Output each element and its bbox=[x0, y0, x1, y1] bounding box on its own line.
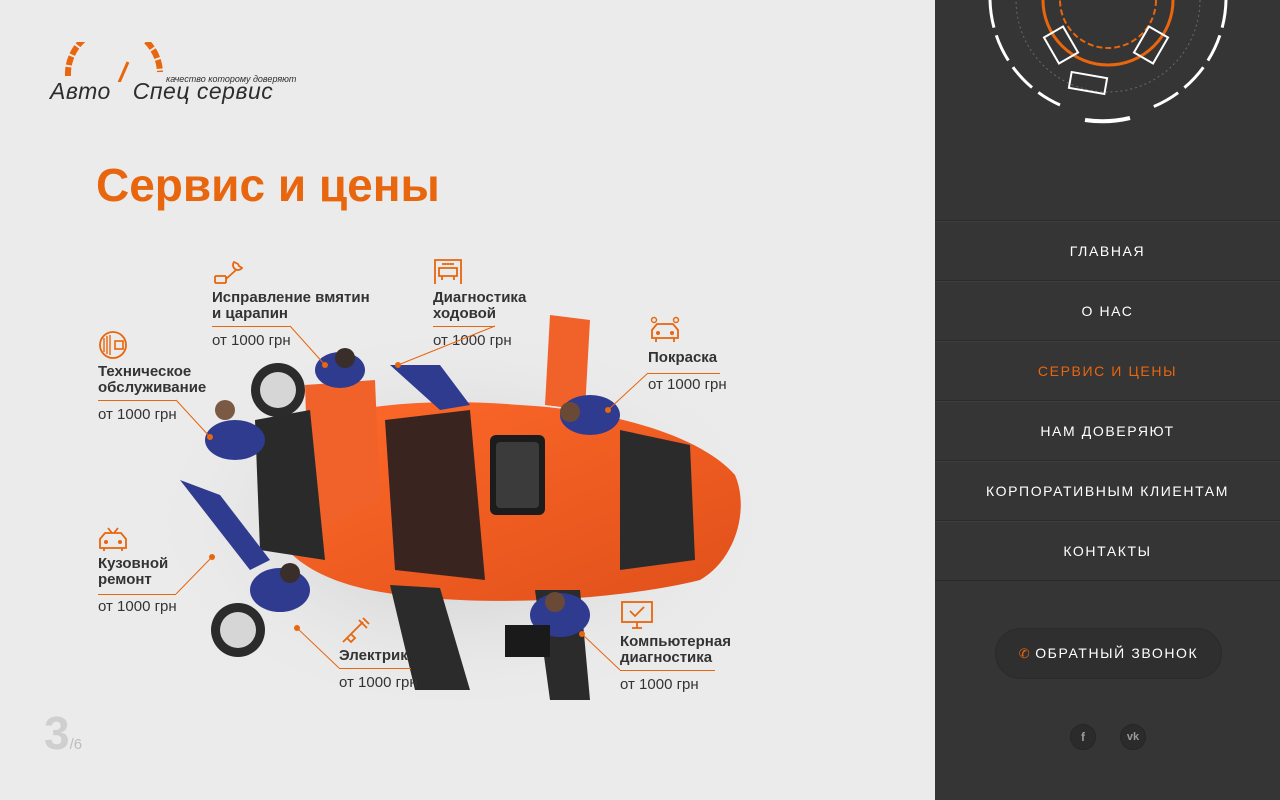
phone-icon: ✆ bbox=[1018, 646, 1032, 661]
nav-item-home[interactable]: Главная bbox=[935, 220, 1280, 280]
main-navigation: Главная О нас Сервис и цены Нам доверяют… bbox=[935, 220, 1280, 581]
nav-item-corporate[interactable]: Корпоративным клиентам bbox=[935, 460, 1280, 520]
vk-icon[interactable]: vk bbox=[1120, 724, 1146, 750]
facebook-icon[interactable]: f bbox=[1070, 724, 1096, 750]
page-indicator: 3/6 bbox=[44, 706, 82, 760]
nav-item-services[interactable]: Сервис и цены bbox=[935, 340, 1280, 400]
page-total: /6 bbox=[69, 736, 83, 753]
sidebar: Главная О нас Сервис и цены Нам доверяют… bbox=[935, 0, 1280, 800]
main-content: качество которому доверяют Авто Спец серв… bbox=[0, 0, 935, 800]
nav-item-about[interactable]: О нас bbox=[935, 280, 1280, 340]
nav-item-contacts[interactable]: Контакты bbox=[935, 520, 1280, 580]
callback-label: ОБРАТНЫЙ ЗВОНОК bbox=[1035, 645, 1199, 661]
brake-disc-icon bbox=[988, 0, 1228, 124]
leader-connectors bbox=[175, 325, 649, 671]
nav-item-trust[interactable]: Нам доверяют bbox=[935, 400, 1280, 460]
callback-button[interactable]: ✆ ОБРАТНЫЙ ЗВОНОК bbox=[995, 628, 1222, 679]
page-current: 3 bbox=[44, 707, 70, 759]
